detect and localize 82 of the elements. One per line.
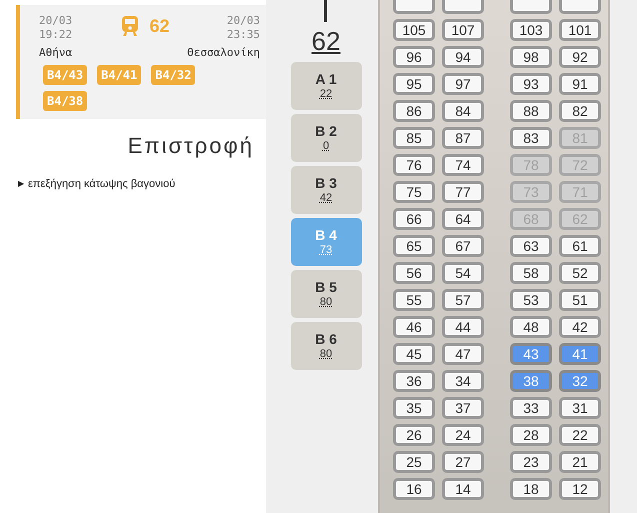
arrival-time: 23:35 — [226, 28, 260, 42]
seat-button[interactable]: 16 — [393, 478, 435, 500]
coach-button[interactable]: B 6 80 — [290, 322, 362, 370]
seat-button[interactable]: 23 — [510, 451, 552, 473]
seat-button[interactable]: 75 — [393, 181, 435, 203]
seat-tag: B4/43 — [43, 64, 88, 84]
seat-button[interactable]: 46 — [393, 316, 435, 338]
seat-button[interactable]: 35 — [393, 397, 435, 419]
seat-button[interactable]: 86 — [393, 100, 435, 122]
seat-button[interactable]: 88 — [510, 100, 552, 122]
seat-button[interactable]: 63 — [510, 235, 552, 257]
seat-button[interactable]: 98 — [510, 46, 552, 68]
destination-station: Θεσσαλονίκη — [187, 45, 260, 61]
seat-button[interactable]: 14 — [442, 478, 484, 500]
seat-button[interactable]: 56 — [393, 262, 435, 284]
seat-button[interactable]: 61 — [559, 235, 601, 257]
seat-button[interactable]: 31 — [559, 397, 601, 419]
seat-button[interactable]: 24 — [442, 424, 484, 446]
seat-button[interactable]: 33 — [510, 397, 552, 419]
seat-button[interactable]: 94 — [442, 46, 484, 68]
coach-button[interactable]: B 2 0 — [290, 114, 362, 162]
seat-button[interactable]: 67 — [442, 235, 484, 257]
seat-button[interactable]: 12 — [559, 478, 601, 500]
seat-button[interactable]: 57 — [442, 289, 484, 311]
seat-button[interactable]: 93 — [510, 73, 552, 95]
origin-station: Αθήνα — [39, 45, 72, 61]
seat-button[interactable]: 42 — [559, 316, 601, 338]
seat-button[interactable]: 64 — [442, 208, 484, 230]
train-icon — [121, 16, 140, 36]
seat-button[interactable]: 84 — [442, 100, 484, 122]
seat-button[interactable]: 25 — [393, 451, 435, 473]
seat-button[interactable]: 95 — [393, 73, 435, 95]
seat-button[interactable]: 54 — [442, 262, 484, 284]
seat-button[interactable]: 76 — [393, 154, 435, 176]
seat-button[interactable]: 96 — [393, 46, 435, 68]
departure-time: 19:22 — [39, 28, 72, 42]
seat-button[interactable]: 18 — [510, 478, 552, 500]
train-number-link[interactable]: 62 — [312, 22, 340, 60]
seat-button[interactable]: 22 — [559, 424, 601, 446]
arrival-date: 20/03 — [226, 14, 260, 28]
seat-button[interactable]: 105 — [393, 19, 435, 41]
departure-date: 20/03 — [39, 14, 72, 28]
return-heading: Επιστροφή — [128, 132, 254, 160]
seat-button[interactable]: 45 — [393, 343, 435, 365]
seat-button[interactable]: 82 — [559, 100, 601, 122]
seat-button[interactable]: 91 — [559, 73, 601, 95]
seat-button[interactable]: 101 — [559, 19, 601, 41]
seat-button[interactable]: 37 — [442, 397, 484, 419]
seat-button[interactable]: 55 — [393, 289, 435, 311]
train-number: 62 — [149, 19, 170, 33]
explanation-toggle[interactable]: ▶ επεξήγηση κάτωψης βαγονιού — [18, 176, 176, 192]
seat-tag: B4/38 — [43, 90, 88, 110]
seat-button[interactable]: 92 — [559, 46, 601, 68]
coach-button[interactable]: B 5 80 — [290, 270, 362, 318]
seat-button[interactable]: 36 — [393, 370, 435, 392]
seat-button[interactable]: 21 — [559, 451, 601, 473]
seat-button[interactable]: 58 — [510, 262, 552, 284]
seat-tag: B4/32 — [151, 64, 196, 84]
seat-button[interactable]: 47 — [442, 343, 484, 365]
seat-button[interactable]: 74 — [442, 154, 484, 176]
seat-button[interactable]: 44 — [442, 316, 484, 338]
seat-button[interactable]: 51 — [559, 289, 601, 311]
seat-button[interactable]: 65 — [393, 235, 435, 257]
connector-line — [324, 0, 326, 22]
seat-button[interactable]: 66 — [393, 208, 435, 230]
seat-tag: B4/41 — [97, 64, 142, 84]
seat-button[interactable]: 53 — [510, 289, 552, 311]
seat-button[interactable]: 26 — [393, 424, 435, 446]
seat-button[interactable]: 103 — [510, 19, 552, 41]
seat-button[interactable]: 77 — [442, 181, 484, 203]
seat-button[interactable]: 27 — [442, 451, 484, 473]
seat-button[interactable]: 85 — [393, 127, 435, 149]
seat-button[interactable]: 48 — [510, 316, 552, 338]
coach-button[interactable]: A 1 22 — [290, 62, 362, 110]
seat-button[interactable]: 52 — [559, 262, 601, 284]
seat-button[interactable]: 97 — [442, 73, 484, 95]
seat-button[interactable]: 87 — [442, 127, 484, 149]
seat-button[interactable]: 83 — [510, 127, 552, 149]
seat-button[interactable]: 28 — [510, 424, 552, 446]
coach-button[interactable]: B 3 42 — [290, 166, 362, 214]
seat-button[interactable]: 107 — [442, 19, 484, 41]
seat-button[interactable]: 34 — [442, 370, 484, 392]
